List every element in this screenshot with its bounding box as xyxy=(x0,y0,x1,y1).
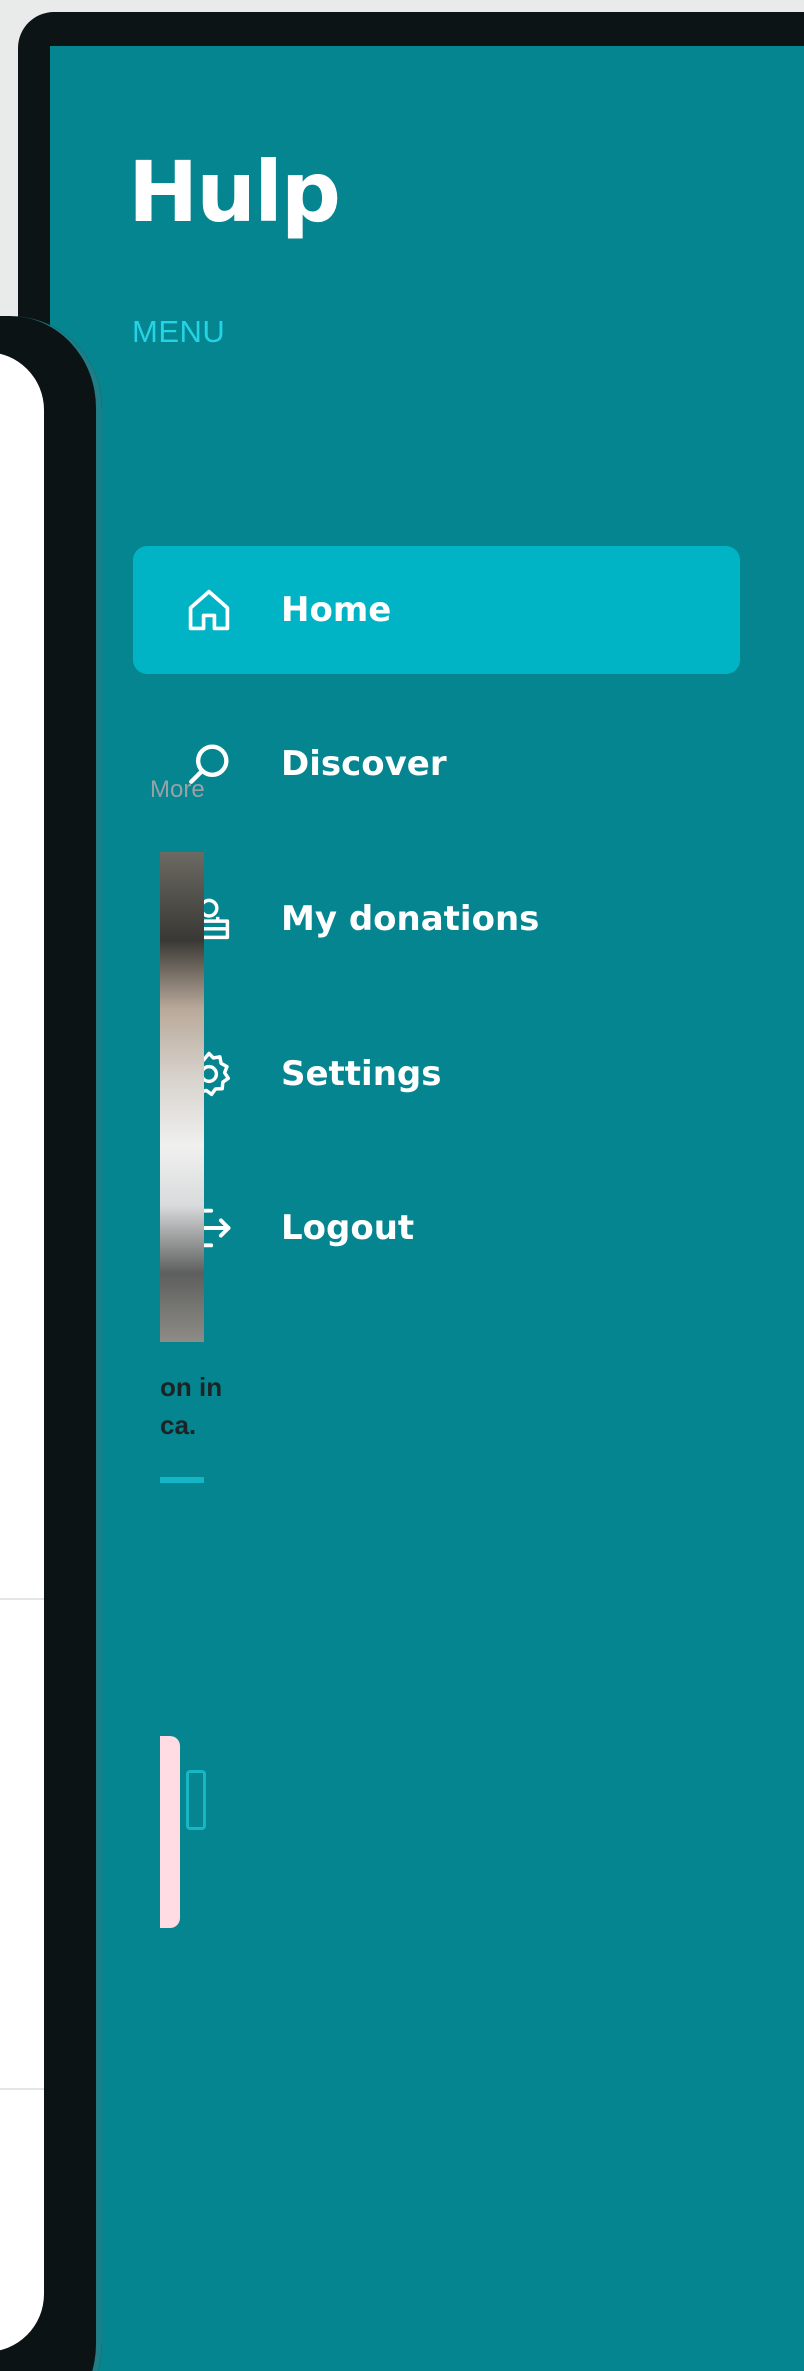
project-photo xyxy=(160,852,204,1342)
nav-item-label: Settings xyxy=(281,1054,442,1094)
app-screen: Hulp MENU Home Discover My donations Set… xyxy=(0,0,804,2371)
nav-item-label: Discover xyxy=(281,744,447,784)
nav-item-logout[interactable]: Logout xyxy=(133,1164,740,1292)
app-logo: Hulp xyxy=(128,143,341,241)
nav-item-label: My donations xyxy=(281,899,540,939)
nav-item-label: Logout xyxy=(281,1208,415,1248)
nav-item-label: Home xyxy=(281,590,392,630)
nav-item-my-donations[interactable]: My donations xyxy=(133,855,740,983)
divider xyxy=(0,2088,44,2090)
nav-item-home[interactable]: Home xyxy=(133,546,740,674)
more-link[interactable]: More xyxy=(150,776,205,804)
category-icon xyxy=(186,1770,206,1830)
project-caption: on in ca. xyxy=(160,1372,223,1440)
nav-item-discover[interactable]: Discover xyxy=(133,700,740,828)
home-icon xyxy=(179,580,239,640)
divider xyxy=(0,1598,44,1600)
phone-screen xyxy=(0,352,44,2352)
menu-heading: MENU xyxy=(132,314,226,349)
category-card[interactable] xyxy=(160,1736,180,1928)
project-progress-bar xyxy=(160,1477,204,1483)
nav-item-settings[interactable]: Settings xyxy=(133,1010,740,1138)
